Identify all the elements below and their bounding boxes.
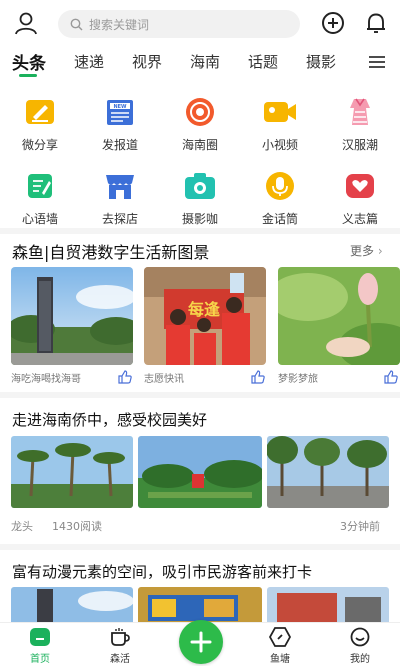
more-label: 更多 <box>350 244 375 258</box>
shortcut-hainan-circle[interactable]: 海南圈 <box>160 94 240 153</box>
nav-label: 鱼塘 <box>270 654 290 665</box>
search-placeholder: 搜索关键词 <box>89 17 150 32</box>
article-reads: 1430阅读 <box>52 520 102 533</box>
article-thumbnail[interactable] <box>138 436 262 508</box>
nav-pond[interactable]: 鱼塘 <box>250 627 310 665</box>
shortcut-short-video[interactable]: 小视频 <box>240 94 320 153</box>
card-image <box>11 267 133 365</box>
shortcut-label: 海南圈 <box>181 138 218 152</box>
nav-label: 我的 <box>350 654 370 665</box>
shortcut-label: 心语墙 <box>21 212 58 226</box>
svg-text:每逢: 每逢 <box>188 300 221 319</box>
article-thumbnail[interactable] <box>11 587 133 627</box>
article-time: 3分钟前 <box>340 520 380 533</box>
article-title[interactable]: 走进海南侨中，感受校园美好 <box>12 409 207 430</box>
article-title[interactable]: 富有动漫元素的空间，吸引市民游客前来打卡 <box>12 561 312 582</box>
hexagon-icon <box>269 627 291 647</box>
tab-headlines[interactable]: 头条 <box>12 49 46 74</box>
section-divider <box>0 544 400 550</box>
tab-express[interactable]: 速递 <box>74 51 104 72</box>
nav-label: 森活 <box>110 654 130 665</box>
shortcut-label: 义志篇 <box>341 212 378 226</box>
more-link[interactable]: 更多 › <box>350 242 383 259</box>
shortcut-golden-mic[interactable]: 金话筒 <box>240 168 320 227</box>
featured-card-3[interactable] <box>278 267 400 365</box>
microphone-icon <box>262 168 298 204</box>
edit-icon <box>22 94 58 130</box>
broadcast-icon <box>182 94 218 130</box>
note-icon <box>22 168 58 204</box>
news-icon: NEW <box>102 94 138 130</box>
featured-card-2[interactable]: 每逢 <box>144 267 266 365</box>
section-divider <box>0 392 400 398</box>
article-thumbnail[interactable] <box>267 436 389 508</box>
shortcut-volunteer[interactable]: 义志篇 <box>320 168 400 227</box>
video-camera-icon <box>262 94 298 130</box>
nav-label: 首页 <box>30 654 50 665</box>
tab-vision[interactable]: 视界 <box>132 51 162 72</box>
article-source: 龙头 <box>11 520 33 533</box>
shortcut-grid: 微分享 NEW 发报道 海南圈 小视频 汉服潮 心语墙 去探店 摄影咖 金话筒 … <box>0 88 400 230</box>
shortcut-report[interactable]: NEW 发报道 <box>80 94 160 153</box>
card-caption: 梦影梦旅 <box>278 374 318 385</box>
shortcut-label: 金话筒 <box>261 212 298 226</box>
nav-home[interactable]: 首页 <box>10 627 70 665</box>
shortcut-label: 摄影咖 <box>181 212 218 226</box>
bell-icon[interactable] <box>362 9 390 37</box>
search-icon <box>70 18 83 30</box>
svg-text:NEW: NEW <box>113 104 127 110</box>
chevron-right-icon: › <box>377 244 383 258</box>
camera-icon <box>182 168 218 204</box>
shortcut-label: 汉服潮 <box>341 138 378 152</box>
thumbs-up-icon[interactable] <box>251 369 265 384</box>
thumbs-up-icon[interactable] <box>118 369 132 384</box>
article-thumbnail[interactable] <box>267 587 389 627</box>
featured-title[interactable]: 森鱼|自贸港数字生活新图景 <box>12 239 209 263</box>
top-bar: 搜索关键词 <box>0 0 400 46</box>
shortcut-label: 小视频 <box>261 138 298 152</box>
shortcut-hanfu[interactable]: 汉服潮 <box>320 94 400 153</box>
article-thumbnail[interactable] <box>11 436 133 508</box>
shortcut-photo-cafe[interactable]: 摄影咖 <box>160 168 240 227</box>
shortcut-visit-shop[interactable]: 去探店 <box>80 168 160 227</box>
shop-icon <box>102 168 138 204</box>
category-tabs: 头条 速递 视界 海南 话题 摄影 <box>0 48 400 78</box>
thumbs-up-icon[interactable] <box>384 369 398 384</box>
plus-icon <box>179 620 223 664</box>
section-divider <box>0 228 400 234</box>
user-icon[interactable] <box>12 9 40 37</box>
card-image: 每逢 <box>144 267 266 365</box>
dress-icon <box>342 94 378 130</box>
shortcut-label: 微分享 <box>21 138 58 152</box>
heart-hand-icon <box>342 168 378 204</box>
search-input[interactable]: 搜索关键词 <box>58 10 300 38</box>
active-tab-indicator <box>19 74 37 77</box>
tab-topics[interactable]: 话题 <box>248 51 278 72</box>
shortcut-heart-wall[interactable]: 心语墙 <box>0 168 80 227</box>
menu-icon[interactable] <box>368 54 386 68</box>
featured-card-1[interactable] <box>11 267 133 365</box>
card-caption: 海吃海喝找海哥 <box>11 374 81 385</box>
add-circle-icon[interactable] <box>319 9 347 37</box>
nav-life[interactable]: 森活 <box>90 627 150 665</box>
shortcut-label: 发报道 <box>101 138 138 152</box>
coffee-cup-icon <box>111 628 130 646</box>
tab-hainan[interactable]: 海南 <box>190 51 220 72</box>
nav-mine[interactable]: 我的 <box>330 627 390 665</box>
publish-button[interactable] <box>176 620 224 664</box>
app-root: 搜索关键词 头条 速递 视界 海南 话题 摄影 微分享 NEW 发报道 海南圈 … <box>0 0 400 666</box>
shortcut-weishare[interactable]: 微分享 <box>0 94 80 153</box>
shortcut-label: 去探店 <box>101 212 138 226</box>
tab-photography[interactable]: 摄影 <box>306 51 336 72</box>
smile-icon <box>350 627 370 647</box>
card-caption: 志愿快讯 <box>144 374 184 385</box>
home-icon <box>30 628 50 646</box>
card-image <box>278 267 400 365</box>
